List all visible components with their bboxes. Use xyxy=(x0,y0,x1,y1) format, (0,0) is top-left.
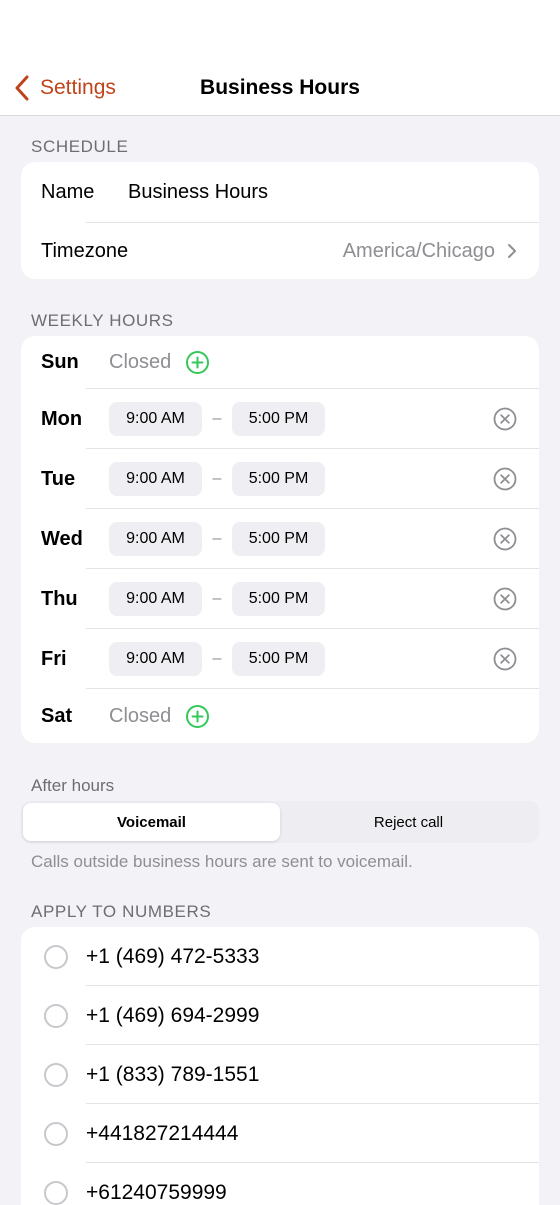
end-time-button[interactable]: 5:00 PM xyxy=(232,642,325,676)
segment-voicemail[interactable]: Voicemail xyxy=(23,803,280,841)
remove-hours-icon[interactable] xyxy=(493,527,517,551)
end-time-button[interactable]: 5:00 PM xyxy=(232,462,325,496)
number-row[interactable]: +1 (833) 789-1551 xyxy=(21,1045,539,1104)
day-row-wed: Wed 9:00 AM – 5:00 PM xyxy=(21,509,539,569)
number-row[interactable]: +441827214444 xyxy=(21,1104,539,1163)
back-button-label: Settings xyxy=(40,76,116,99)
radio-button[interactable] xyxy=(44,1062,68,1087)
time-separator: – xyxy=(212,590,222,607)
add-hours-icon[interactable] xyxy=(185,350,210,375)
day-row-thu: Thu 9:00 AM – 5:00 PM xyxy=(21,569,539,629)
day-label: Fri xyxy=(41,647,67,670)
time-separator: – xyxy=(212,470,222,487)
chevron-right-icon xyxy=(508,244,516,258)
remove-hours-icon[interactable] xyxy=(493,467,517,491)
end-time-button[interactable]: 5:00 PM xyxy=(232,402,325,436)
number-row[interactable]: +1 (469) 694-2999 xyxy=(21,986,539,1045)
start-time-button[interactable]: 9:00 AM xyxy=(109,462,202,496)
add-hours-icon[interactable] xyxy=(185,704,210,729)
day-row-fri: Fri 9:00 AM – 5:00 PM xyxy=(21,629,539,689)
name-value[interactable]: Business Hours xyxy=(128,181,268,204)
start-time-button[interactable]: 9:00 AM xyxy=(109,402,202,436)
phone-number: +61240759999 xyxy=(86,1180,227,1204)
after-hours-segmented-control: Voicemail Reject call xyxy=(21,801,539,843)
day-label: Wed xyxy=(41,527,83,550)
remove-hours-icon[interactable] xyxy=(493,587,517,611)
name-label: Name xyxy=(41,181,95,203)
chevron-left-icon xyxy=(15,75,29,101)
phone-number: +1 (833) 789-1551 xyxy=(86,1062,260,1086)
day-row-sat: Sat Closed xyxy=(21,689,539,743)
after-hours-label: After hours xyxy=(31,776,115,795)
timezone-row[interactable]: Timezone America/Chicago xyxy=(21,223,539,279)
start-time-button[interactable]: 9:00 AM xyxy=(109,582,202,616)
time-separator: – xyxy=(212,530,222,547)
day-row-mon: Mon 9:00 AM – 5:00 PM xyxy=(21,389,539,449)
back-button[interactable]: Settings xyxy=(14,60,116,116)
number-row[interactable]: +61240759999 xyxy=(21,1163,539,1205)
radio-button[interactable] xyxy=(44,1121,68,1146)
timezone-label: Timezone xyxy=(41,239,129,262)
day-label: Tue xyxy=(41,467,76,490)
weekly-hours-card: Sun Closed Mon 9:00 AM – 5:00 PM Tue 9:0… xyxy=(21,336,539,743)
radio-button[interactable] xyxy=(44,1180,68,1205)
day-row-tue: Tue 9:00 AM – 5:00 PM xyxy=(21,449,539,509)
day-label: Mon xyxy=(41,407,83,430)
day-label: Thu xyxy=(41,587,78,610)
day-label: Sun xyxy=(41,351,79,373)
phone-number: +1 (469) 694-2999 xyxy=(86,1003,260,1027)
radio-button[interactable] xyxy=(44,1003,68,1028)
start-time-button[interactable]: 9:00 AM xyxy=(109,642,202,676)
remove-hours-icon[interactable] xyxy=(493,647,517,671)
time-separator: – xyxy=(212,410,222,427)
start-time-button[interactable]: 9:00 AM xyxy=(109,522,202,556)
numbers-card: +1 (469) 472-5333 +1 (469) 694-2999 +1 (… xyxy=(21,927,539,1205)
remove-hours-icon[interactable] xyxy=(493,407,517,431)
closed-label: Closed xyxy=(109,351,172,373)
time-separator: – xyxy=(212,650,222,667)
end-time-button[interactable]: 5:00 PM xyxy=(232,522,325,556)
schedule-section-header: SCHEDULE xyxy=(31,137,129,156)
radio-button[interactable] xyxy=(44,944,68,969)
name-row[interactable]: Name Business Hours xyxy=(21,162,539,223)
apply-numbers-section-header: APPLY TO NUMBERS xyxy=(31,902,212,921)
schedule-card: Name Business Hours Timezone America/Chi… xyxy=(21,162,539,279)
number-row[interactable]: +1 (469) 472-5333 xyxy=(21,927,539,986)
timezone-value: America/Chicago xyxy=(342,239,495,262)
day-row-sun: Sun Closed xyxy=(21,336,539,389)
status-bar xyxy=(0,0,560,60)
day-label: Sat xyxy=(41,704,73,727)
segment-reject-call[interactable]: Reject call xyxy=(280,803,537,841)
after-hours-note: Calls outside business hours are sent to… xyxy=(31,852,413,871)
phone-number: +441827214444 xyxy=(86,1121,239,1145)
navigation-bar: Settings Business Hours xyxy=(0,60,560,116)
end-time-button[interactable]: 5:00 PM xyxy=(232,582,325,616)
weekly-hours-section-header: WEEKLY HOURS xyxy=(31,311,174,330)
phone-number: +1 (469) 472-5333 xyxy=(86,944,260,968)
closed-label: Closed xyxy=(109,704,172,727)
